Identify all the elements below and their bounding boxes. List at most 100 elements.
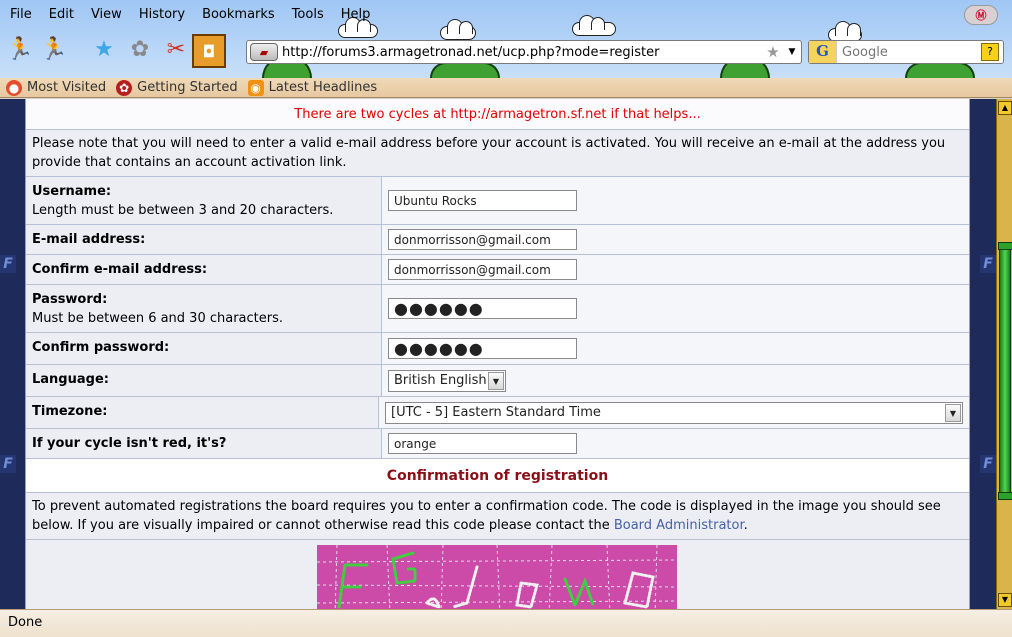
search-input[interactable]	[837, 44, 981, 60]
mario-badge-icon: Ⓜ	[964, 5, 998, 25]
password-row: Password: Must be between 6 and 30 chara…	[26, 285, 969, 333]
status-bar: Done	[0, 609, 1012, 637]
mushroom-icon: ●	[6, 79, 22, 96]
rss-feed-icon: ◉	[247, 79, 264, 96]
email-confirm-label: Confirm e-mail address:	[26, 255, 382, 284]
field-hint: Must be between 6 and 30 characters.	[32, 311, 284, 326]
username-label: Username: Length must be between 3 and 2…	[26, 177, 382, 224]
cycle-cell	[382, 429, 969, 458]
bookmark-star-icon[interactable]: ★	[763, 43, 783, 61]
hint-notice: There are two cycles at http://armagetro…	[26, 99, 969, 129]
bookmark-label: Latest Headlines	[268, 80, 378, 95]
piranha-icon: ✿	[116, 79, 133, 96]
scroll-up-arrow-icon[interactable]: ▲	[998, 101, 1012, 115]
forum-logo-icon: F	[980, 255, 996, 273]
email-cell	[382, 225, 969, 254]
username-input[interactable]	[388, 190, 577, 211]
confirmation-body: To prevent automated registrations the b…	[32, 499, 941, 533]
bookmark-getting-started[interactable]: ✿ Getting Started	[116, 79, 238, 96]
menu-bookmarks[interactable]: Bookmarks	[192, 4, 282, 26]
menu-bar: File Edit View History Bookmarks Tools H…	[0, 4, 377, 26]
scrollbar-thumb[interactable]	[998, 242, 1012, 500]
password-confirm-row: Confirm password: ●●●●●●	[26, 333, 969, 365]
site-favicon-icon: ▰	[250, 43, 278, 61]
forum-logo-icon: F	[0, 455, 16, 473]
forward-button[interactable]: 🏃	[38, 34, 70, 66]
field-label: Confirm e-mail address:	[32, 262, 208, 277]
page-scrollbar[interactable]: ▲ ▼	[996, 99, 1012, 609]
search-bar[interactable]: G ?	[808, 40, 1004, 64]
forum-logo-icon: F	[980, 455, 996, 473]
field-label: Timezone:	[32, 404, 108, 419]
home-button[interactable]: ✂	[160, 34, 192, 66]
bookmark-label: Most Visited	[27, 80, 107, 95]
password-label: Password: Must be between 6 and 30 chara…	[26, 285, 382, 332]
email-confirm-input[interactable]	[388, 259, 577, 280]
field-label: E-mail address:	[32, 232, 146, 247]
password-confirm-label: Confirm password:	[26, 333, 382, 364]
bookmarks-toolbar: ● Most Visited ✿ Getting Started ◉ Lates…	[0, 78, 1012, 98]
bookmark-label: Getting Started	[137, 80, 238, 95]
field-label: If your cycle isn't red, it's?	[32, 436, 227, 451]
stop-button[interactable]: ✿	[124, 34, 156, 66]
field-hint: Length must be between 3 and 20 characte…	[32, 203, 334, 218]
field-label: Username:	[32, 184, 112, 199]
menu-view[interactable]: View	[81, 4, 129, 26]
menu-tools[interactable]: Tools	[282, 4, 331, 26]
registration-panel: There are two cycles at http://armagetro…	[25, 99, 970, 609]
field-label: Password:	[32, 292, 108, 307]
board-administrator-link[interactable]: Board Administrator	[614, 518, 744, 533]
email-input[interactable]	[388, 229, 577, 250]
password-cell: ●●●●●●	[382, 285, 969, 332]
language-row: Language: British English ▼	[26, 365, 969, 397]
search-go-icon[interactable]: ?	[981, 43, 999, 61]
confirmation-text: To prevent automated registrations the b…	[26, 493, 969, 540]
downloads-block-icon[interactable]: ◘	[192, 34, 226, 68]
menu-file[interactable]: File	[0, 4, 39, 26]
email-confirm-cell	[382, 255, 969, 284]
chevron-down-icon[interactable]: ▼	[945, 403, 961, 422]
language-select[interactable]: British English ▼	[388, 369, 506, 392]
email-label: E-mail address:	[26, 225, 382, 254]
timezone-row: Timezone: [UTC - 5] Eastern Standard Tim…	[26, 397, 969, 429]
confirmation-end: .	[743, 518, 748, 533]
reload-button[interactable]: ★	[88, 34, 120, 66]
bookmark-latest-headlines[interactable]: ◉ Latest Headlines	[247, 79, 378, 96]
bookmark-most-visited[interactable]: ● Most Visited	[6, 79, 107, 96]
page-viewport: F F F F There are two cycles at http://a…	[0, 99, 996, 609]
select-value: British English	[394, 373, 487, 388]
language-cell: British English ▼	[382, 365, 969, 396]
forum-logo-icon: F	[0, 255, 16, 273]
intro-text: Please note that you will need to enter …	[26, 129, 969, 177]
email-row: E-mail address:	[26, 225, 969, 255]
password-confirm-input[interactable]: ●●●●●●	[388, 338, 577, 359]
password-input[interactable]: ●●●●●●	[388, 298, 577, 319]
menu-help[interactable]: Help	[331, 4, 378, 26]
browser-toolbar: File Edit View History Bookmarks Tools H…	[0, 0, 1012, 78]
navigation-toolbar: 🏃 🏃 ★ ✿ ✂ ◘ ▰ ★ ▼ G ?	[0, 32, 1012, 72]
back-button[interactable]: 🏃	[4, 34, 36, 66]
cycle-answer-input[interactable]	[388, 433, 577, 454]
username-cell	[382, 177, 969, 224]
email-confirm-row: Confirm e-mail address:	[26, 255, 969, 285]
field-label: Language:	[32, 372, 109, 387]
timezone-select[interactable]: [UTC - 5] Eastern Standard Time ▼	[385, 401, 963, 424]
url-dropdown-icon[interactable]: ▼	[783, 47, 801, 57]
captcha-cell	[26, 540, 969, 609]
username-row: Username: Length must be between 3 and 2…	[26, 177, 969, 225]
field-label: Confirm password:	[32, 340, 170, 355]
menu-history[interactable]: History	[129, 4, 192, 26]
google-engine-icon[interactable]: G	[809, 41, 837, 63]
url-bar[interactable]: ▰ ★ ▼	[246, 40, 802, 64]
timezone-cell: [UTC - 5] Eastern Standard Time ▼	[379, 397, 969, 428]
password-confirm-cell: ●●●●●●	[382, 333, 969, 364]
captcha-image	[317, 545, 677, 609]
language-label: Language:	[26, 365, 382, 396]
url-input[interactable]	[278, 44, 763, 60]
chevron-down-icon[interactable]: ▼	[488, 371, 504, 390]
timezone-label: Timezone:	[26, 397, 379, 428]
scroll-down-arrow-icon[interactable]: ▼	[998, 593, 1012, 607]
confirmation-heading: Confirmation of registration	[26, 459, 969, 493]
menu-edit[interactable]: Edit	[39, 4, 81, 26]
cycle-row: If your cycle isn't red, it's?	[26, 429, 969, 459]
